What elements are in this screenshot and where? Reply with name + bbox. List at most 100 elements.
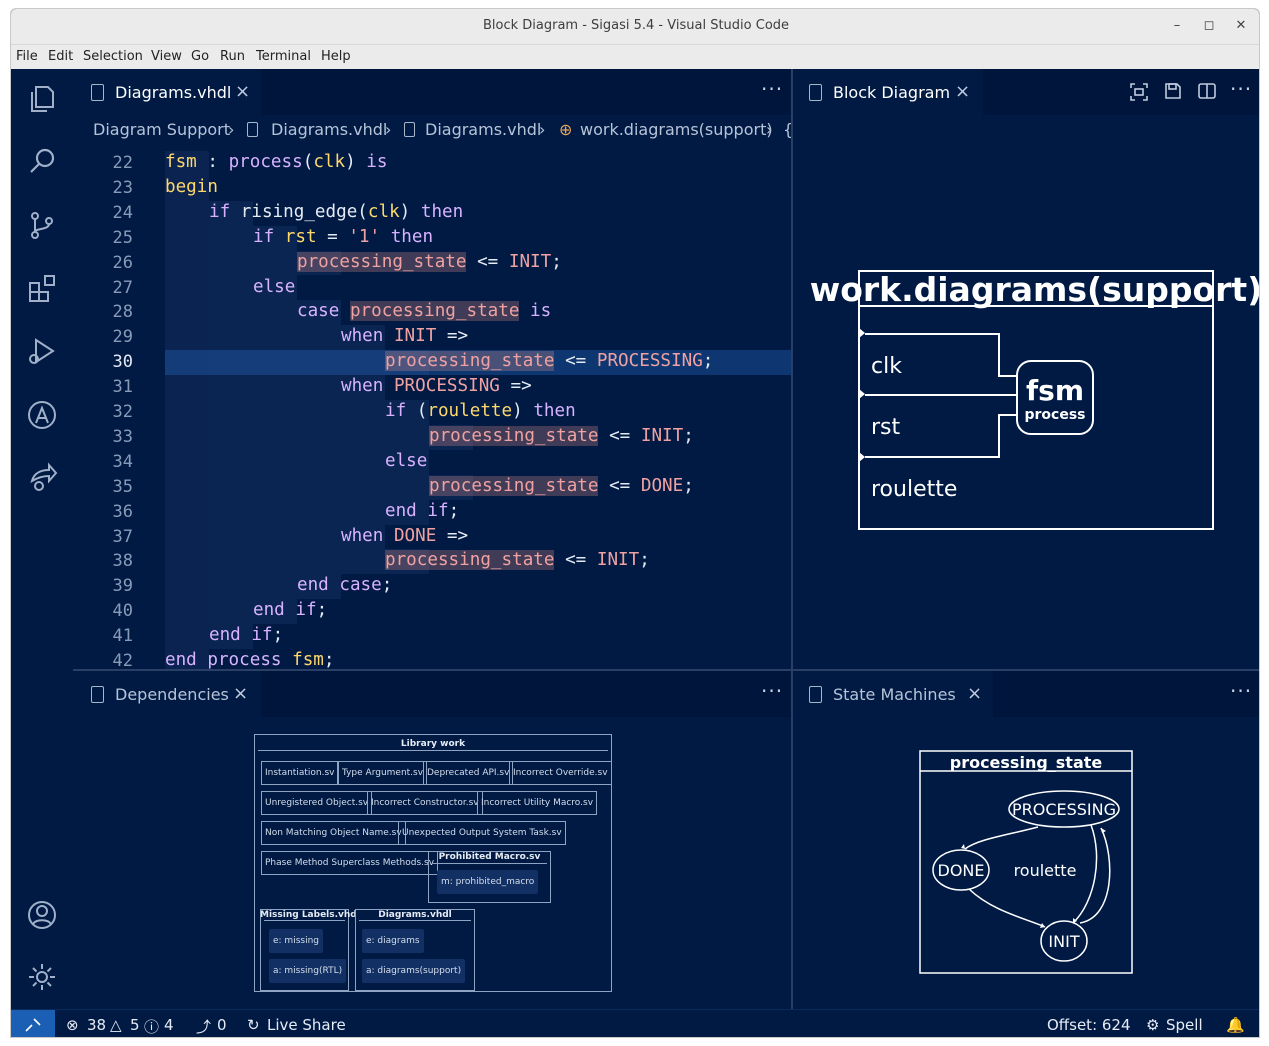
line-number[interactable]: 24: [73, 203, 133, 223]
line-number[interactable]: 27: [73, 278, 133, 298]
code-line[interactable]: processing_state <= INIT;: [385, 550, 650, 571]
tab-state-machines[interactable]: State Machines ×: [793, 671, 993, 717]
menu-view[interactable]: View: [151, 49, 182, 64]
dep-file[interactable]: Non Matching Object Name.sv: [261, 821, 406, 845]
code-line[interactable]: end if;: [385, 501, 459, 521]
line-number[interactable]: 34: [73, 452, 133, 472]
dep-file[interactable]: Unregistered Object.sv: [261, 791, 373, 815]
architecture-item[interactable]: a: diagrams(support): [362, 959, 466, 983]
dep-file[interactable]: Instantiation.sv: [261, 761, 339, 785]
menu-terminal[interactable]: Terminal: [256, 49, 311, 64]
search-icon[interactable]: [26, 145, 58, 177]
line-number[interactable]: 36: [73, 502, 133, 522]
bell-icon[interactable]: 🔔: [1226, 1016, 1245, 1034]
explorer-icon[interactable]: [26, 83, 58, 115]
save-icon[interactable]: [1164, 82, 1182, 100]
state-machine-canvas[interactable]: processing_state PROCESSING DONE INIT ro…: [793, 717, 1260, 1009]
menu-help[interactable]: Help: [321, 49, 351, 64]
entity-item[interactable]: e: missing: [269, 929, 323, 953]
block-diagram-canvas[interactable]: work.diagrams(support) clk rst roulette …: [793, 115, 1260, 669]
dep-file[interactable]: Incorrect Constructor.sv: [367, 791, 483, 815]
dep-file[interactable]: Unexpected Output System Task.sv: [398, 821, 566, 845]
run-debug-icon[interactable]: [26, 335, 58, 367]
info-count[interactable]: 4: [164, 1016, 174, 1034]
code-line[interactable]: processing_state <= PROCESSING;: [385, 351, 713, 372]
code-line[interactable]: when DONE =>: [341, 526, 468, 546]
menu-file[interactable]: File: [16, 49, 38, 64]
code-line[interactable]: end case;: [297, 575, 392, 595]
close-tab-icon[interactable]: ×: [955, 81, 970, 102]
code-line[interactable]: end if;: [209, 625, 283, 645]
settings-gear-icon[interactable]: [26, 961, 58, 993]
offset-indicator[interactable]: Offset: 624: [1047, 1016, 1131, 1034]
tab-dependencies[interactable]: Dependencies ×: [73, 671, 261, 717]
code-line[interactable]: if rst = '1' then: [253, 227, 433, 247]
line-number[interactable]: 31: [73, 377, 133, 397]
tab-block-diagram[interactable]: Block Diagram ×: [793, 69, 983, 115]
ports-count[interactable]: 0: [217, 1016, 227, 1034]
menu-go[interactable]: Go: [191, 49, 209, 64]
more-actions-icon[interactable]: ···: [1230, 77, 1252, 101]
close-icon[interactable]: ✕: [1233, 18, 1249, 34]
line-number[interactable]: 28: [73, 302, 133, 322]
fit-to-screen-icon[interactable]: [1130, 83, 1148, 101]
line-number[interactable]: 42: [73, 651, 133, 669]
more-actions-icon[interactable]: ···: [761, 77, 783, 101]
tab-diagrams-vhdl[interactable]: Diagrams.vhdl ×: [73, 69, 261, 115]
code-line[interactable]: else: [385, 451, 427, 471]
menu-run[interactable]: Run: [220, 49, 245, 64]
line-number[interactable]: 40: [73, 601, 133, 621]
line-number[interactable]: 33: [73, 427, 133, 447]
sigasi-icon[interactable]: [26, 399, 58, 431]
line-number[interactable]: 30: [73, 352, 133, 372]
code-line[interactable]: fsm : process(clk) is: [165, 152, 387, 172]
dep-file[interactable]: Phase Method Superclass Methods.sv: [261, 851, 439, 875]
breadcrumb-folder[interactable]: Diagram Support: [93, 120, 230, 139]
live-share-icon[interactable]: [26, 461, 58, 493]
line-number[interactable]: 41: [73, 626, 133, 646]
split-editor-icon[interactable]: [1198, 82, 1216, 100]
breadcrumb-file-2[interactable]: Diagrams.vhdl: [425, 120, 541, 139]
code-line[interactable]: end if;: [253, 600, 327, 620]
more-actions-icon[interactable]: ···: [761, 679, 783, 703]
dep-file[interactable]: Deprecated API.sv: [423, 761, 514, 785]
line-number[interactable]: 39: [73, 576, 133, 596]
line-number[interactable]: 22: [73, 153, 133, 173]
line-number[interactable]: 25: [73, 228, 133, 248]
extensions-icon[interactable]: [26, 273, 58, 305]
code-editor[interactable]: 22 fsm : process(clk) is 23 begin 24 if risin…: [73, 143, 791, 669]
line-number[interactable]: 26: [73, 253, 133, 273]
dep-file[interactable]: Type Argument.sv: [338, 761, 428, 785]
code-line[interactable]: processing_state <= INIT;: [429, 425, 694, 446]
line-number[interactable]: 23: [73, 178, 133, 198]
code-line[interactable]: when PROCESSING =>: [341, 376, 532, 396]
code-line[interactable]: processing_state <= DONE;: [429, 475, 694, 496]
maximize-icon[interactable]: ◻: [1201, 18, 1217, 34]
code-line[interactable]: processing_state <= INIT;: [297, 251, 562, 272]
line-number[interactable]: 38: [73, 551, 133, 571]
code-line[interactable]: if rising_edge(clk) then: [209, 202, 463, 222]
account-icon[interactable]: [26, 899, 58, 931]
dependencies-pane[interactable]: Library work Instantiation.sv Type Argum…: [73, 717, 791, 1009]
dep-file[interactable]: Incorrect Override.sv: [509, 761, 612, 785]
code-line[interactable]: begin: [165, 177, 218, 197]
remote-indicator[interactable]: [11, 1010, 55, 1037]
line-number[interactable]: 29: [73, 327, 133, 347]
source-control-icon[interactable]: [26, 209, 58, 241]
more-actions-icon[interactable]: ···: [1230, 679, 1252, 703]
code-line[interactable]: if (roulette) then: [385, 401, 576, 421]
code-line[interactable]: when INIT =>: [341, 326, 468, 346]
line-number[interactable]: 32: [73, 402, 133, 422]
line-number[interactable]: 37: [73, 527, 133, 547]
warning-count[interactable]: 5: [130, 1016, 140, 1034]
close-tab-icon[interactable]: ×: [235, 81, 250, 102]
code-line[interactable]: case processing_state is: [297, 301, 551, 322]
breadcrumb-file[interactable]: Diagrams.vhdl: [271, 120, 387, 139]
live-share-button[interactable]: Live Share: [267, 1016, 346, 1034]
close-tab-icon[interactable]: ×: [967, 683, 982, 704]
line-number[interactable]: 35: [73, 477, 133, 497]
dep-file[interactable]: Incorrect Utility Macro.sv: [477, 791, 598, 815]
breadcrumb-architecture[interactable]: work.diagrams(support): [580, 120, 773, 139]
error-count[interactable]: 38: [87, 1016, 106, 1034]
close-tab-icon[interactable]: ×: [233, 683, 248, 704]
